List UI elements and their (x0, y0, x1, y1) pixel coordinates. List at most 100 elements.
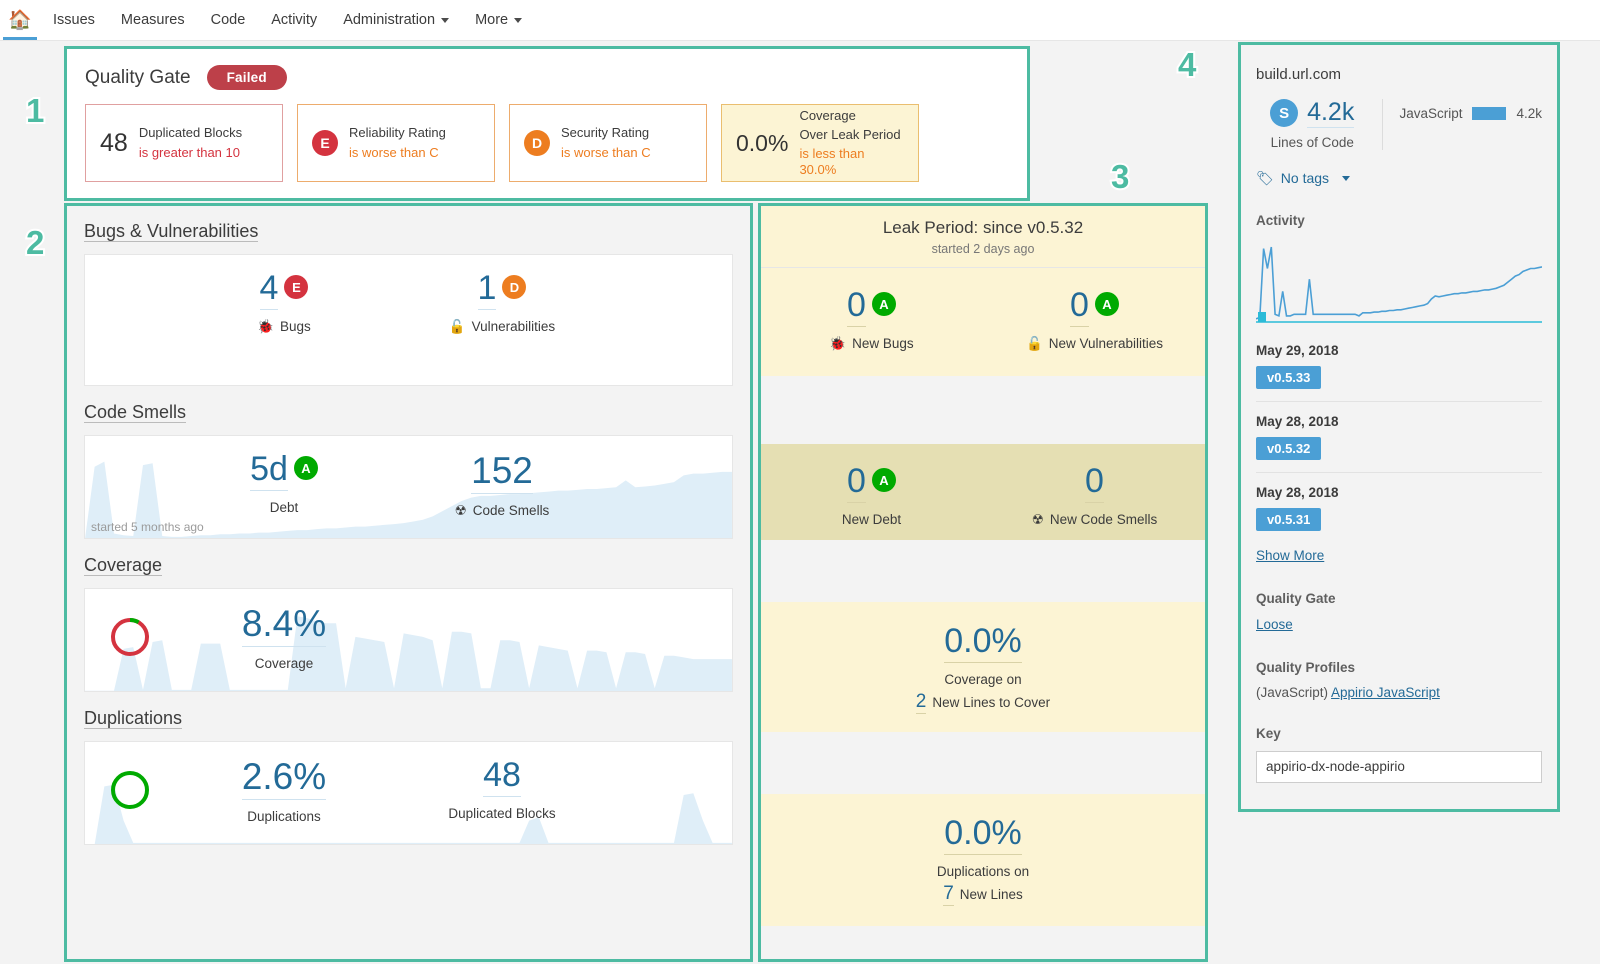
rating-badge-a: A (1094, 292, 1119, 316)
rating-badge-a: A (293, 456, 318, 480)
nav-item-more[interactable]: More (462, 0, 535, 40)
measure-label-text: Debt (269, 499, 299, 515)
measure-section: Coverage 8.4% Coverage (66, 539, 751, 692)
leak-measure-item: 0 A 🐞 New Bugs (760, 287, 983, 352)
leak-label: 🐞 New Bugs (760, 336, 983, 352)
show-more-link[interactable]: Show More (1256, 548, 1324, 563)
annotation-marker-3: 3 (1109, 156, 1131, 197)
measure-value[interactable]: 1 (477, 270, 497, 310)
measure-label-text: Vulnerabilities (471, 319, 556, 335)
annotation-marker-2: 2 (24, 222, 46, 263)
nav-label: Measures (120, 12, 185, 28)
leak-value[interactable]: 0 (847, 287, 866, 327)
leak-block: 0.0% Coverage on 2 New Lines to Cover (760, 602, 1206, 732)
quality-profile-language: (JavaScript) (1256, 684, 1329, 700)
donut-wrapper (85, 605, 175, 671)
measure-value-wrap: 152 (471, 451, 533, 494)
condition-value: 0.0% (736, 129, 789, 156)
measure-row: 2.6% Duplications 48 Duplicated Blocks (85, 742, 732, 824)
tags-selector[interactable]: 🏷 No tags (1256, 170, 1542, 187)
measure-item: 2.6% Duplications (175, 757, 393, 824)
home-icon[interactable]: 🏠 (0, 0, 40, 40)
measure-value-wrap: 2.6% (241, 757, 327, 800)
quality-gate-condition[interactable]: D Security Rating is worse than C (509, 104, 707, 182)
quality-gate-link[interactable]: Loose (1256, 617, 1293, 632)
measure-value[interactable]: 4 (259, 270, 279, 310)
measure-label: Debt (175, 500, 393, 515)
nav-item-administration[interactable]: Administration (330, 0, 462, 40)
project-key-input[interactable] (1256, 750, 1542, 783)
leak-sub-count[interactable]: 7 (943, 883, 954, 906)
rating-badge-e: E (284, 275, 309, 299)
chevron-down-icon (514, 17, 523, 23)
measure-label-text: Code Smells (472, 503, 550, 519)
condition-name: Duplicated Blocks (138, 125, 243, 141)
quality-gate-condition[interactable]: 48 Duplicated Blocks is greater than 10 (85, 104, 283, 182)
leak-period-column: Leak Period: since v0.5.32 started 2 day… (760, 205, 1206, 957)
size-badge: S (1270, 99, 1299, 128)
annotation-marker-4: 4 (1176, 44, 1198, 85)
measure-value[interactable]: 48 (483, 757, 521, 797)
leak-block: 0 A 🐞 New Bugs 0 A 🔓 New Vulnerabilities (760, 268, 1206, 376)
nav-label: Code (210, 12, 246, 28)
version-badge[interactable]: v0.5.32 (1256, 436, 1322, 460)
quality-gate-panel: Quality Gate Failed 48 Duplicated Blocks i… (66, 48, 1028, 199)
activity-event: May 28, 2018 v0.5.32 (1256, 400, 1542, 472)
nav-item-activity[interactable]: Activity (258, 0, 330, 40)
measure-label: 🐞 Bugs (175, 319, 393, 335)
leak-label: 🔓 New Vulnerabilities (983, 336, 1206, 352)
measure-value[interactable]: 152 (471, 451, 533, 494)
measure-value[interactable]: 5d (250, 451, 288, 491)
event-date: May 28, 2018 (1256, 484, 1339, 500)
status-badge: Failed (206, 65, 287, 90)
quality-profile-link[interactable]: Appirio JavaScript (1331, 685, 1440, 700)
leak-value[interactable]: 0.0% (944, 815, 1022, 855)
leak-sub-count[interactable]: 2 (915, 691, 927, 714)
leak-value[interactable]: 0 (1085, 463, 1104, 503)
measure-label-text: Coverage (254, 655, 314, 671)
leak-sub-text: New Lines to Cover (932, 694, 1051, 710)
lock-icon: 🔓 (448, 318, 466, 334)
measure-section-link[interactable]: Code Smells (84, 402, 187, 423)
measure-label: Duplications (175, 809, 393, 824)
lines-of-code-value[interactable]: 4.2k (1307, 98, 1355, 128)
measure-section-link[interactable]: Coverage (84, 555, 163, 576)
leak-label-text: New Bugs (852, 336, 914, 352)
leak-value-wrap: 0A (1070, 287, 1119, 327)
nav-item-measures[interactable]: Measures (108, 0, 198, 40)
measure-value[interactable]: 8.4% (241, 604, 327, 647)
condition-meta: Reliability Rating is worse than C (349, 125, 446, 161)
annotation-marker-1: 1 (24, 90, 46, 131)
nav-item-issues[interactable]: Issues (40, 0, 108, 40)
quality-gate-condition[interactable]: 0.0% Coverage Over Leak Period is less than… (721, 104, 919, 182)
leak-center-measure: 0.0% Duplications on 7 New Lines (760, 815, 1206, 906)
version-badge[interactable]: v0.5.33 (1256, 365, 1322, 389)
measure-section-link[interactable]: Duplications (84, 708, 183, 729)
leak-value[interactable]: 0.0% (944, 623, 1022, 663)
leak-center-measure: 0.0% Coverage on 2 New Lines to Cover (760, 623, 1206, 714)
leak-measure-item: 0 ☢ New Code Smells (983, 463, 1206, 528)
project-name: build.url.com (1256, 66, 1342, 83)
measure-started-text: started 5 months ago (91, 520, 204, 534)
version-badge[interactable]: v0.5.31 (1256, 507, 1322, 531)
lines-of-code-caption: Lines of Code (1270, 134, 1354, 150)
leak-value[interactable]: 0 (847, 463, 866, 503)
condition-rule: is greater than 10 (138, 144, 240, 160)
nav-item-code[interactable]: Code (198, 0, 259, 40)
leak-value-wrap: 0.0% (944, 623, 1022, 663)
measure-item: 152 ☢ Code Smells (393, 451, 611, 519)
quality-gate-condition[interactable]: E Reliability Rating is worse than C (297, 104, 495, 182)
measure-card: 2.6% Duplications 48 Duplicated Blocks (84, 741, 733, 845)
nav-label: Administration (343, 12, 436, 28)
leak-value[interactable]: 0 (1070, 287, 1089, 327)
measure-section-link[interactable]: Bugs & Vulnerabilities (84, 221, 259, 242)
language-value: 4.2k (1516, 106, 1542, 121)
project-info-sidebar: build.url.com S 4.2k Lines of Code JavaS… (1240, 48, 1558, 808)
leak-sub-line-1: Coverage on (944, 671, 1022, 687)
duplications-donut-icon (111, 771, 149, 809)
measure-value[interactable]: 2.6% (241, 757, 327, 800)
measure-label-text: Bugs (280, 319, 311, 335)
measure-value-wrap: 48 (483, 757, 521, 797)
leak-sub-line-2: 7 New Lines (760, 883, 1206, 906)
rating-badge-a: A (871, 468, 896, 492)
